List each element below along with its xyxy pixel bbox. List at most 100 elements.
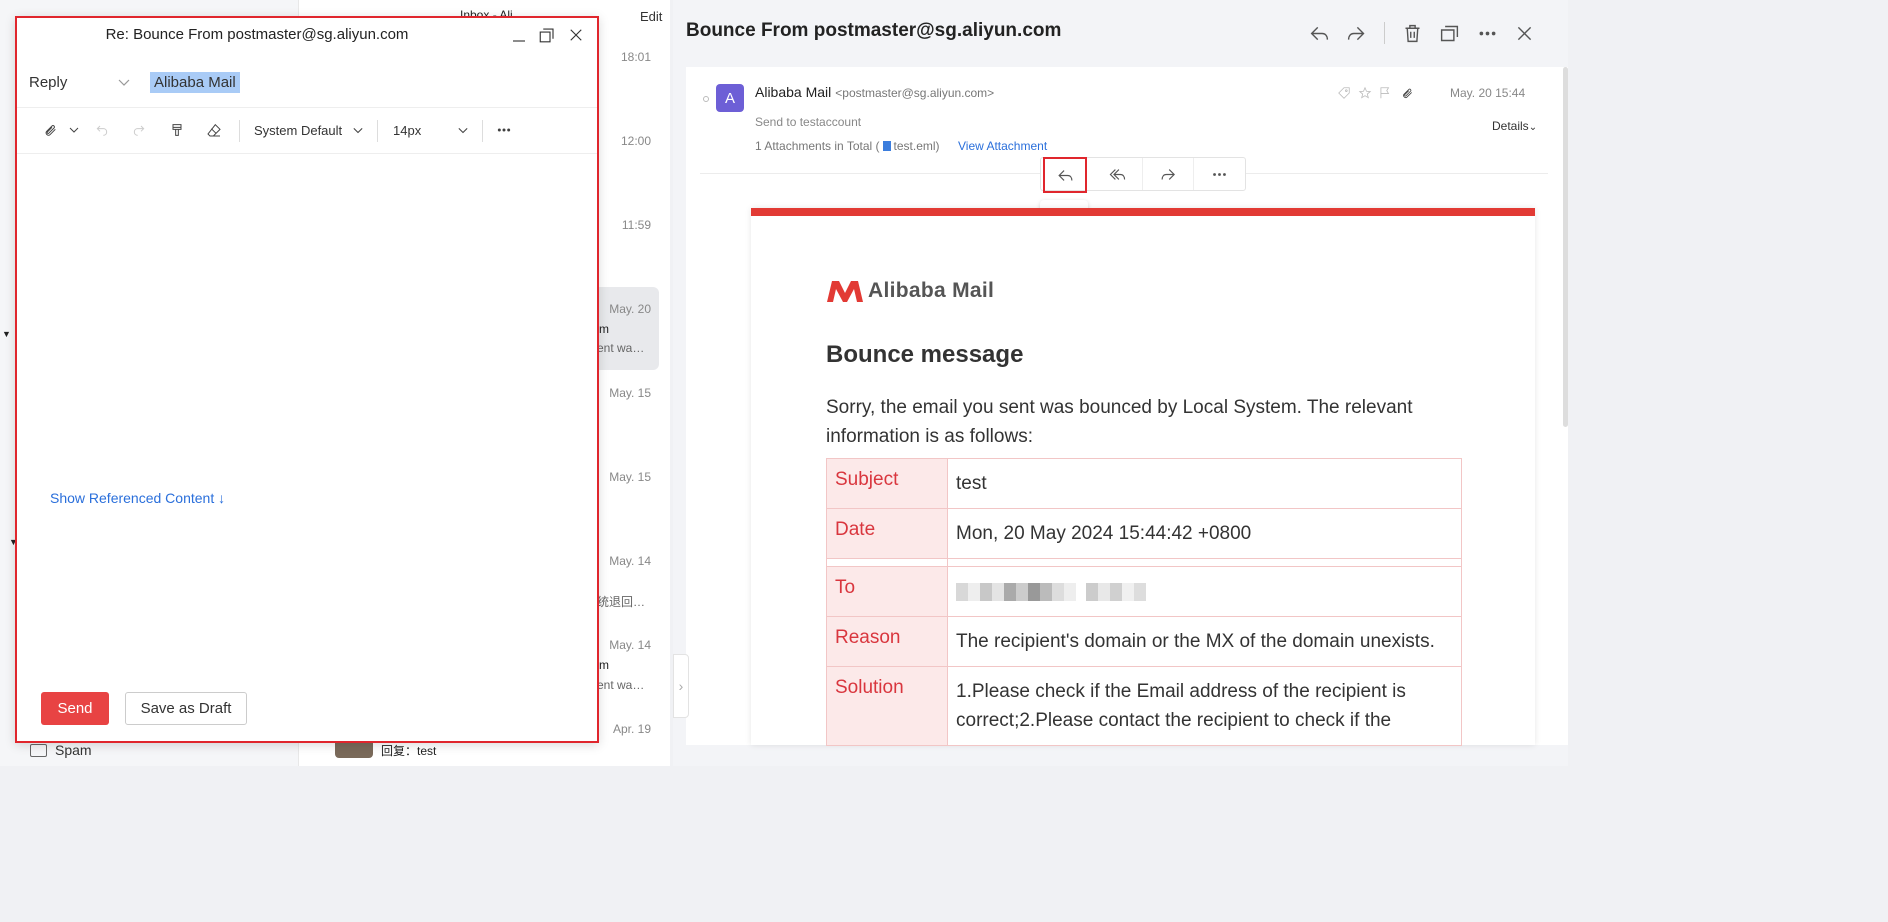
action-bar: [1040, 157, 1246, 193]
paperclip-icon[interactable]: [1400, 86, 1414, 100]
recipient-line: Send to testaccount: [755, 115, 862, 129]
compose-window: Re: Bounce From postmaster@sg.aliyun.com…: [15, 16, 599, 743]
minimize-icon[interactable]: [510, 26, 530, 46]
sender-name: Alibaba Mail: [755, 84, 832, 100]
chevron-down-icon[interactable]: [66, 122, 86, 142]
chevron-down-icon[interactable]: [118, 76, 130, 88]
forward-button[interactable]: [1143, 158, 1194, 190]
row-key: Reason: [826, 616, 948, 667]
bounce-title: Bounce message: [826, 341, 1024, 368]
reply-icon: [1057, 169, 1072, 181]
expand-caret-icon[interactable]: ▼: [2, 329, 11, 339]
flag-icon[interactable]: [1378, 86, 1392, 100]
tag-icon[interactable]: [1337, 86, 1351, 100]
format-painter-icon[interactable]: [169, 122, 189, 142]
list-item-time: May. 14: [609, 638, 651, 652]
attachment-name[interactable]: test.eml): [894, 139, 940, 153]
file-icon: [882, 141, 891, 151]
undo-icon[interactable]: [94, 122, 114, 142]
reply-icon[interactable]: [1306, 20, 1332, 46]
list-item-subject: 回复：test: [381, 744, 437, 758]
details-label: Details: [1492, 119, 1529, 133]
table-row: To: [826, 566, 1462, 617]
toolbar-divider: [239, 120, 240, 142]
sender[interactable]: Alibaba Mail <postmaster@sg.aliyun.com>: [755, 84, 994, 100]
attachment-info: 1 Attachments in Total ( test.eml): [755, 139, 940, 153]
more-icon[interactable]: [1474, 20, 1500, 46]
reply-all-button[interactable]: [1092, 158, 1143, 190]
trash-icon[interactable]: [1399, 20, 1425, 46]
font-family-select[interactable]: System Default: [254, 123, 342, 138]
eraser-icon[interactable]: [206, 122, 226, 142]
redacted-address: [956, 582, 1146, 601]
attachment-count: 1 Attachments in Total (: [755, 139, 880, 153]
row-key: Date: [826, 508, 948, 559]
reply-button[interactable]: [1043, 157, 1087, 193]
recipient-chip[interactable]: Alibaba Mail: [150, 72, 240, 93]
list-item-time: Apr. 19: [612, 722, 651, 736]
bounce-description: Sorry, the email you sent was bounced by…: [826, 397, 1413, 447]
paperclip-icon[interactable]: [42, 122, 62, 142]
close-icon[interactable]: [1511, 20, 1537, 46]
list-item-sender: m: [599, 322, 609, 336]
unread-dot[interactable]: [703, 96, 709, 102]
chevron-right-icon: ›: [678, 678, 684, 694]
table-row: Subject test: [826, 458, 1462, 509]
forward-icon[interactable]: [1343, 20, 1369, 46]
edit-button[interactable]: Edit: [640, 9, 662, 24]
expand-pane-handle[interactable]: ›: [673, 654, 689, 718]
list-item-preview: ent wa…: [597, 678, 645, 692]
row-value: The recipient's domain or the MX of the …: [947, 616, 1462, 667]
list-item-time: May. 15: [609, 470, 651, 484]
folder-spam-label: Spam: [55, 742, 92, 758]
row-key: Solution: [826, 666, 948, 746]
logo-text: Alibaba Mail: [868, 279, 995, 302]
table-row: Date Mon, 20 May 2024 15:44:42 +0800: [826, 508, 1462, 559]
row-value: 1.Please check if the Email address of t…: [947, 666, 1462, 746]
format-toolbar: System Default 14px: [17, 108, 597, 154]
send-button[interactable]: Send: [41, 692, 109, 725]
alibaba-mail-logo: Alibaba Mail: [826, 278, 994, 304]
redo-icon[interactable]: [131, 122, 151, 142]
window-icon[interactable]: [1436, 20, 1462, 46]
reply-all-icon: [1109, 168, 1125, 180]
bounce-table: Subject test Date Mon, 20 May 2024 15:44…: [826, 458, 1462, 746]
show-referenced-content-link[interactable]: Show Referenced Content ↓: [50, 490, 225, 506]
compose-title: Re: Bounce From postmaster@sg.aliyun.com: [105, 26, 409, 43]
details-toggle[interactable]: Details⌄: [1492, 119, 1537, 133]
list-item-time: 18:01: [620, 50, 651, 64]
star-icon[interactable]: [1358, 86, 1372, 100]
toolbar-divider: [482, 120, 483, 142]
more-actions-button[interactable]: [1194, 158, 1245, 190]
row-value-redacted: [947, 566, 1462, 617]
chevron-down-icon[interactable]: [353, 125, 363, 135]
list-item-time: 12:00: [620, 134, 651, 148]
scrollbar[interactable]: [1563, 67, 1568, 427]
close-icon[interactable]: [567, 26, 587, 46]
list-item-time: May. 15: [609, 386, 651, 400]
email-subject: Bounce From postmaster@sg.aliyun.com: [686, 20, 1062, 41]
row-value: Mon, 20 May 2024 15:44:42 +0800: [947, 508, 1462, 559]
list-item-sender: m: [599, 658, 609, 672]
row-key: To: [826, 566, 948, 617]
email-date: May. 20 15:44: [1450, 86, 1526, 100]
folder-icon: [30, 743, 47, 757]
chevron-down-icon: ⌄: [1528, 122, 1538, 133]
maximize-icon[interactable]: [538, 26, 558, 46]
reply-mode-select[interactable]: Reply: [29, 74, 131, 91]
row-value: test: [947, 458, 1462, 509]
save-draft-button[interactable]: Save as Draft: [125, 692, 247, 725]
chevron-down-icon[interactable]: [458, 125, 468, 135]
table-row: Solution 1.Please check if the Email add…: [826, 666, 1462, 746]
font-size-select[interactable]: 14px: [393, 123, 421, 138]
list-item-time: 11:59: [621, 218, 651, 232]
list-item-time: May. 20: [609, 302, 651, 316]
list-item-preview: ent wa…: [597, 341, 645, 355]
more-icon[interactable]: [496, 122, 516, 142]
list-item-time: May. 14: [609, 554, 651, 568]
view-attachment-link[interactable]: View Attachment: [958, 139, 1047, 153]
table-row: Reason The recipient's domain or the MX …: [826, 616, 1462, 667]
toolbar-divider: [1384, 22, 1385, 44]
table-gap: [826, 558, 1462, 567]
toolbar-divider: [377, 120, 378, 142]
